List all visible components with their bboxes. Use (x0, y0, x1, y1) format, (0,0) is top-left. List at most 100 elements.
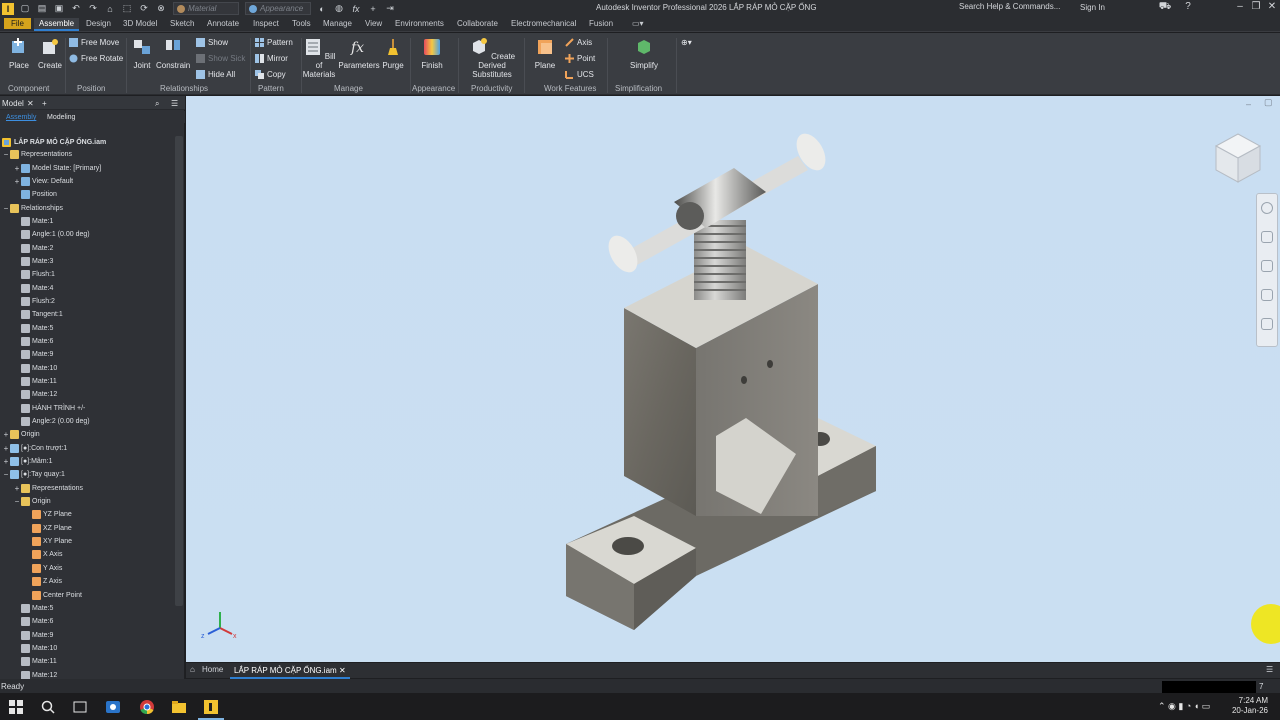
tree-item[interactable]: Mate:10 (0, 642, 174, 655)
tab-active-document[interactable]: LẮP RÁP MỎ CẶP ỐNG.iam ✕ (230, 663, 350, 679)
document-tabs-menu-icon[interactable]: ☰ (1266, 665, 1273, 674)
tree-item[interactable]: Angle:2 (0.00 deg) (0, 415, 174, 428)
tab-tools[interactable]: Tools (292, 19, 311, 28)
tree-item[interactable]: Mate:12 (0, 388, 174, 401)
graphics-viewport[interactable]: x z – ▢ (186, 96, 1280, 662)
tree-item[interactable]: Angle:1 (0.00 deg) (0, 228, 174, 241)
tab-collaborate[interactable]: Collaborate (457, 19, 498, 28)
home-icon[interactable]: ⌂ (104, 3, 116, 14)
tab-modeling[interactable]: Modeling (47, 114, 75, 121)
chrome-icon[interactable] (139, 699, 155, 715)
pan-icon[interactable] (1261, 231, 1273, 243)
inventor-logo-icon[interactable]: I (2, 2, 14, 15)
open-icon[interactable]: ▤ (36, 3, 48, 14)
windows-start-icon[interactable] (8, 699, 24, 715)
hide-all-button[interactable]: Hide All (196, 69, 235, 80)
model-view[interactable]: x z (186, 96, 1280, 662)
tray-icons[interactable]: ⌃ ◉ ▮ ◔ ◖ ▭ (1158, 701, 1210, 712)
tab-annotate[interactable]: Annotate (207, 19, 239, 28)
axis-button[interactable]: Axis (565, 37, 592, 48)
close-document-icon[interactable]: ⊗ (155, 3, 167, 14)
tree-item[interactable]: X Axis (0, 548, 174, 561)
tree-item[interactable]: Mate:6 (0, 335, 174, 348)
tree-item[interactable]: + [●]:Con trượt:1 (0, 442, 174, 455)
lead-screw[interactable] (694, 220, 746, 300)
tree-item[interactable]: + Model State: [Primary] (0, 161, 174, 174)
file-new-icon[interactable]: ▢ (19, 3, 31, 14)
view-cube[interactable] (1214, 133, 1262, 183)
create-button[interactable]: Create (36, 37, 64, 70)
finish-button[interactable]: Finish (418, 37, 446, 70)
tree-item[interactable]: Mate:9 (0, 628, 174, 641)
tree-item[interactable]: Z Axis (0, 575, 174, 588)
tree-item[interactable]: Mate:1 (0, 215, 174, 228)
pattern-button[interactable]: Pattern (255, 37, 293, 48)
collapse-icon[interactable]: − (2, 150, 10, 159)
collapse-icon[interactable]: − (2, 470, 10, 479)
tab-fusion[interactable]: Fusion (589, 19, 613, 28)
browser-search-icon[interactable]: ⌕ (155, 99, 159, 109)
plane-button[interactable]: Plane (532, 37, 558, 70)
collapse-icon[interactable]: − (2, 204, 10, 213)
inventor-taskbar-icon[interactable] (203, 699, 219, 715)
tree-item[interactable]: Mate:9 (0, 348, 174, 361)
tree-item[interactable]: Mate:10 (0, 362, 174, 375)
panel-work-features-label[interactable]: Work Features (544, 84, 596, 93)
tree-item[interactable]: Center Point (0, 588, 174, 601)
tree-item[interactable]: Y Axis (0, 562, 174, 575)
tree-item[interactable]: + View: Default (0, 175, 174, 188)
material-combo[interactable]: Material (173, 2, 239, 15)
tab-electromechanical[interactable]: Electromechanical (511, 19, 576, 28)
appearance-combo[interactable]: Appearance (245, 2, 311, 15)
mirror-button[interactable]: Mirror (255, 53, 288, 64)
clear-appearance-icon[interactable]: ◍ (333, 3, 345, 14)
browser-scrollbar[interactable] (175, 136, 183, 606)
tab-home[interactable]: Home (202, 665, 223, 674)
free-move-button[interactable]: Free Move (69, 37, 119, 48)
zoom-icon[interactable] (1261, 260, 1273, 272)
free-rotate-button[interactable]: Free Rotate (69, 53, 123, 64)
redo-icon[interactable]: ↷ (87, 3, 99, 14)
tree-item[interactable]: Tangent:1 (0, 308, 174, 321)
tab-close-icon[interactable]: ✕ (339, 666, 346, 675)
panel-relationships-label[interactable]: Relationships (160, 84, 208, 93)
tree-item[interactable]: + [●]:Mâm:1 (0, 455, 174, 468)
close-icon[interactable]: ✕ (1264, 1, 1280, 15)
file-explorer-icon[interactable] (171, 699, 187, 715)
show-sick-button[interactable]: Show Sick (196, 53, 245, 64)
appearance-adjust-icon[interactable]: ◐ (316, 3, 328, 14)
update-icon[interactable]: ⟳ (138, 3, 150, 14)
steering-wheel-icon[interactable] (1261, 202, 1273, 214)
task-view-icon[interactable] (72, 699, 88, 715)
viewport-maximize-icon[interactable]: ▢ (1264, 97, 1273, 108)
screen-recorder-icon[interactable] (105, 699, 121, 715)
ucs-button[interactable]: UCS (565, 69, 594, 80)
panel-position-label[interactable]: Position (77, 84, 105, 93)
tab-assembly[interactable]: Assembly (6, 114, 36, 121)
tree-item[interactable]: HÀNH TRÌNH +/- (0, 402, 174, 415)
point-button[interactable]: Point (565, 53, 595, 64)
tree-item[interactable]: + Representations (0, 482, 174, 495)
browser-menu-icon[interactable]: ☰ (171, 99, 178, 108)
copy-button[interactable]: Copy (255, 69, 286, 80)
tree-item[interactable]: YZ Plane (0, 508, 174, 521)
tree-item[interactable]: − Representations (0, 148, 174, 161)
place-button[interactable]: Place (6, 37, 32, 70)
orbit-icon[interactable] (1261, 289, 1273, 301)
tree-item[interactable]: XZ Plane (0, 522, 174, 535)
parameters-fx-icon[interactable]: fx (350, 3, 362, 14)
tree-item[interactable]: Position (0, 188, 174, 201)
tree-item[interactable]: Mate:4 (0, 281, 174, 294)
tab-sketch[interactable]: Sketch (170, 19, 194, 28)
tree-item[interactable]: Mate:11 (0, 375, 174, 388)
select-icon[interactable]: ⬚ (121, 3, 133, 14)
tree-item[interactable]: Mate:6 (0, 615, 174, 628)
viewport-minimize-icon[interactable]: – (1246, 99, 1251, 109)
create-derived-substitutes-button[interactable]: Create Derived Substitutes (462, 37, 522, 79)
joint-button[interactable]: Joint (130, 37, 154, 70)
cart-icon[interactable]: ⛟ (1157, 1, 1173, 15)
tree-item[interactable]: − Origin (0, 495, 174, 508)
purge-button[interactable]: Purge (380, 37, 406, 70)
tree-item[interactable]: XY Plane (0, 535, 174, 548)
undo-icon[interactable]: ↶ (70, 3, 82, 14)
